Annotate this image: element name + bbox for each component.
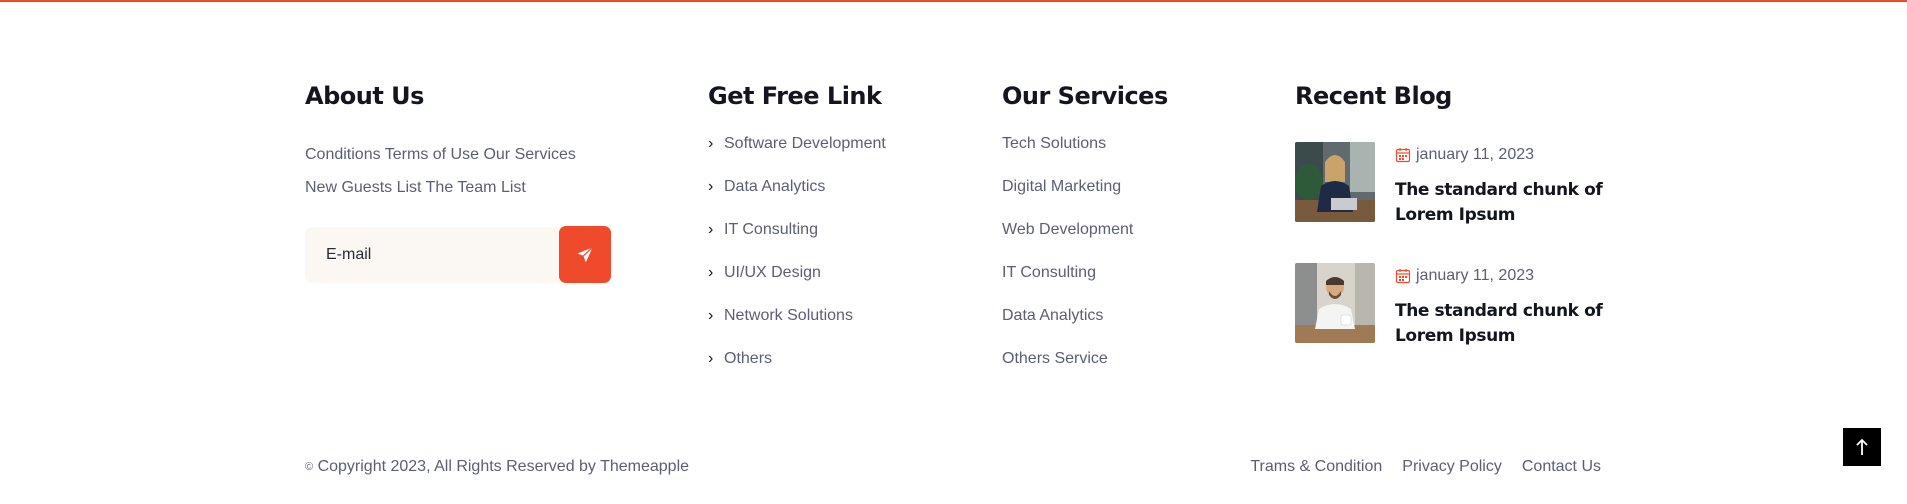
copyright-text: Copyright 2023, All Rights Reserved by T… — [317, 458, 690, 475]
service-link[interactable]: IT Consulting — [1002, 263, 1222, 306]
chevron-right-icon: › — [708, 221, 714, 238]
newsletter-form — [305, 226, 611, 283]
copyright: © Copyright 2023, All Rights Reserved by… — [305, 458, 689, 476]
terms-link[interactable]: Trams & Condition — [1250, 458, 1382, 476]
chevron-right-icon: › — [708, 178, 714, 195]
recent-blog-heading: Recent Blog — [1295, 82, 1452, 110]
chevron-right-icon: › — [708, 135, 714, 152]
about-section: About Us Conditions Terms of Use Our Ser… — [305, 80, 635, 283]
service-link[interactable]: Digital Marketing — [1002, 177, 1222, 220]
blog-title[interactable]: The standard chunk of Lorem Ipsum — [1395, 299, 1610, 349]
blog-thumbnail[interactable] — [1295, 142, 1375, 222]
services-heading: Our Services — [1002, 82, 1168, 110]
free-link-item[interactable]: › Others — [708, 349, 948, 392]
free-link-item[interactable]: › Network Solutions — [708, 306, 948, 349]
free-link-item[interactable]: › UI/UX Design — [708, 263, 948, 306]
service-link[interactable]: Tech Solutions — [1002, 134, 1222, 177]
free-link-item[interactable]: › Data Analytics — [708, 177, 948, 220]
contact-us-link[interactable]: Contact Us — [1522, 458, 1601, 476]
free-links-section: Get Free Link › Software Development › Dat… — [708, 80, 948, 392]
chevron-right-icon: › — [708, 264, 714, 281]
blog-post[interactable]: january 11, 2023 The standard chunk of L… — [1295, 142, 1615, 225]
free-link-item[interactable]: › IT Consulting — [708, 220, 948, 263]
email-field[interactable] — [305, 227, 575, 283]
about-links-line-2[interactable]: New Guests List The Team List — [305, 171, 635, 204]
blog-date: january 11, 2023 — [1395, 146, 1534, 164]
blog-date: january 11, 2023 — [1395, 267, 1534, 285]
service-link[interactable]: Web Development — [1002, 220, 1222, 263]
blog-thumbnail[interactable] — [1295, 263, 1375, 343]
blog-post[interactable]: january 11, 2023 The standard chunk of L… — [1295, 263, 1615, 346]
privacy-policy-link[interactable]: Privacy Policy — [1402, 458, 1502, 476]
calendar-icon — [1395, 269, 1411, 284]
top-accent-line — [0, 0, 1907, 2]
chevron-right-icon: › — [708, 350, 714, 367]
chevron-right-icon: › — [708, 307, 714, 324]
recent-blog-section: Recent Blog january 11, 2023 The standar… — [1295, 80, 1615, 346]
subscribe-button[interactable] — [559, 226, 611, 283]
services-section: Our Services Tech Solutions Digital Mark… — [1002, 80, 1222, 392]
service-link[interactable]: Others Service — [1002, 349, 1222, 392]
footer-links: Trams & Condition Privacy Policy Contact… — [1250, 458, 1601, 476]
paper-plane-icon — [577, 246, 593, 262]
copyright-symbol: © — [305, 461, 314, 473]
free-link-item[interactable]: › Software Development — [708, 134, 948, 177]
calendar-icon — [1395, 148, 1411, 163]
arrow-up-icon — [1856, 438, 1868, 455]
back-to-top-button[interactable] — [1843, 428, 1881, 466]
free-links-heading: Get Free Link — [708, 82, 882, 110]
about-heading: About Us — [305, 82, 424, 110]
about-links-line-1[interactable]: Conditions Terms of Use Our Services — [305, 138, 635, 171]
blog-title[interactable]: The standard chunk of Lorem Ipsum — [1395, 178, 1610, 228]
service-link[interactable]: Data Analytics — [1002, 306, 1222, 349]
